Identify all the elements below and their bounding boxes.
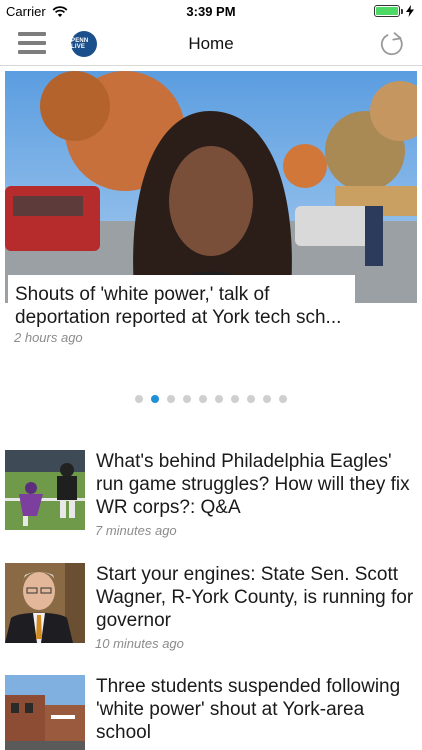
- article-row-1[interactable]: What's behind Philadelphia Eagles' run g…: [0, 450, 422, 560]
- carousel-pager[interactable]: [0, 395, 422, 405]
- hero-story-time: 2 hours ago: [14, 330, 83, 345]
- battery-icon: [374, 5, 400, 17]
- football-photo: [5, 450, 85, 530]
- status-bar: Carrier 3:39 PM: [0, 0, 422, 22]
- pager-dot[interactable]: [135, 395, 143, 403]
- pager-dot-active[interactable]: [151, 395, 159, 403]
- pager-dot[interactable]: [167, 395, 175, 403]
- pager-dot[interactable]: [231, 395, 239, 403]
- article-title[interactable]: Start your engines: State Sen. Scott Wag…: [96, 563, 416, 632]
- article-title[interactable]: What's behind Philadelphia Eagles' run g…: [96, 450, 416, 519]
- nav-bar: PENN LIVE Home: [0, 22, 422, 66]
- article-row-2[interactable]: Start your engines: State Sen. Scott Wag…: [0, 563, 422, 673]
- pager-dot[interactable]: [279, 395, 287, 403]
- article-title[interactable]: Three students suspended following 'whit…: [96, 675, 416, 744]
- article-thumbnail[interactable]: [5, 675, 85, 750]
- pager-dot[interactable]: [199, 395, 207, 403]
- status-time: 3:39 PM: [186, 4, 236, 19]
- page-title: Home: [188, 34, 234, 53]
- charging-bolt-icon: [406, 5, 414, 17]
- hero-caption[interactable]: Shouts of 'white power,' talk of deporta…: [8, 275, 355, 335]
- article-thumbnail[interactable]: [5, 563, 85, 643]
- article-row-3[interactable]: Three students suspended following 'whit…: [0, 675, 422, 750]
- hero-story-image[interactable]: [5, 71, 417, 303]
- pager-dot[interactable]: [183, 395, 191, 403]
- status-right: [374, 5, 414, 17]
- article-thumbnail[interactable]: [5, 450, 85, 530]
- pager-dot[interactable]: [263, 395, 271, 403]
- hero-story-title[interactable]: Shouts of 'white power,' talk of deporta…: [15, 283, 347, 329]
- pager-dot[interactable]: [247, 395, 255, 403]
- senator-photo: [5, 563, 85, 643]
- hero-photo: [5, 71, 417, 303]
- article-time: 7 minutes ago: [95, 523, 177, 538]
- school-photo: [5, 675, 85, 750]
- pager-dot[interactable]: [215, 395, 223, 403]
- article-time: 10 minutes ago: [95, 636, 184, 651]
- refresh-icon[interactable]: [378, 30, 406, 58]
- battery-tip: [401, 8, 403, 14]
